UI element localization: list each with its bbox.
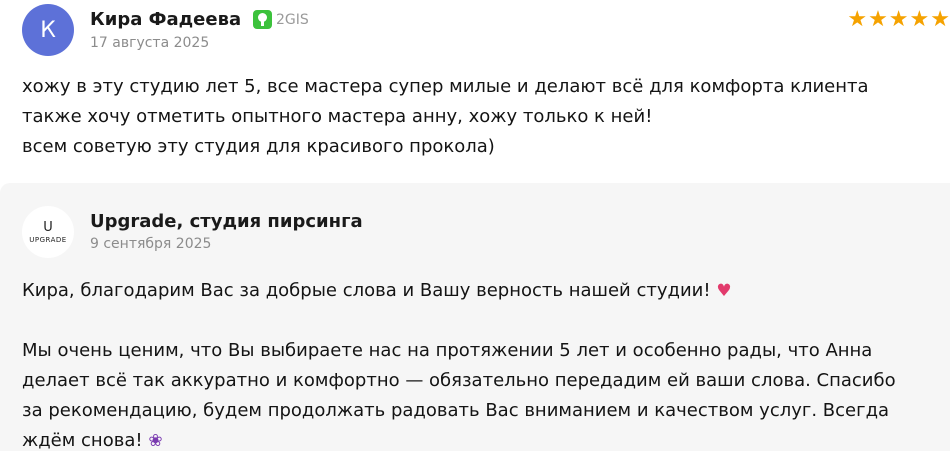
reviewer-name[interactable]: Кира Фадеева [90, 9, 241, 30]
hugging-emoji-icon: ❀ [148, 431, 163, 451]
review-line: всем советую эту студия для красивого пр… [22, 136, 495, 157]
star-icon: ★ [930, 7, 950, 32]
source-label: 2GIS [276, 11, 309, 28]
review-header: К Кира Фадеева 2GIS 17 августа 2025 ★ ★ … [22, 4, 950, 58]
reply-text: Кира, благодарим Вас за добрые слова и В… [22, 276, 942, 451]
star-icon: ★ [847, 7, 868, 32]
2gis-logo-icon [253, 10, 272, 29]
reply-line-last: ждём снова! ❀ [22, 426, 942, 451]
review-date: 17 августа 2025 [90, 35, 210, 51]
reply-date: 9 сентября 2025 [90, 236, 212, 252]
review-text: хожу в эту студию лет 5, все мастера суп… [22, 72, 942, 162]
reply-author[interactable]: Upgrade, студия пирсинга [90, 211, 363, 232]
star-icon: ★ [868, 7, 888, 32]
studio-avatar[interactable]: U UPGRADE [22, 206, 74, 258]
studio-wordmark: UPGRADE [29, 235, 67, 244]
reviewer-avatar[interactable]: К [22, 4, 74, 56]
star-icon: ★ [909, 7, 930, 32]
star-icon: ★ [888, 7, 909, 32]
reply-line-last-text: ждём снова! [22, 430, 143, 451]
reply-paragraph-1: Кира, благодарим Вас за добрые слова и В… [22, 276, 942, 306]
star-rating: ★ ★ ★ ★ ★ [847, 6, 950, 34]
review-line: также хочу отметить опытного мастера анн… [22, 106, 653, 127]
reply-line: Мы очень ценим, что Вы выбираете нас на … [22, 340, 873, 361]
reply-line: за рекомендацию, будем продолжать радова… [22, 400, 890, 421]
heart-icon: ♥ [716, 281, 732, 301]
reply-line: делает всё так аккуратно и комфортно — о… [22, 370, 896, 391]
reply-paragraph-1-text: Кира, благодарим Вас за добрые слова и В… [22, 280, 711, 301]
studio-logo-icon: U [43, 219, 53, 235]
source-badge: 2GIS [253, 10, 309, 29]
avatar-letter: К [40, 17, 56, 43]
owner-reply: U UPGRADE Upgrade, студия пирсинга 9 сен… [0, 183, 950, 451]
review-line: хожу в эту студию лет 5, все мастера суп… [22, 76, 869, 97]
